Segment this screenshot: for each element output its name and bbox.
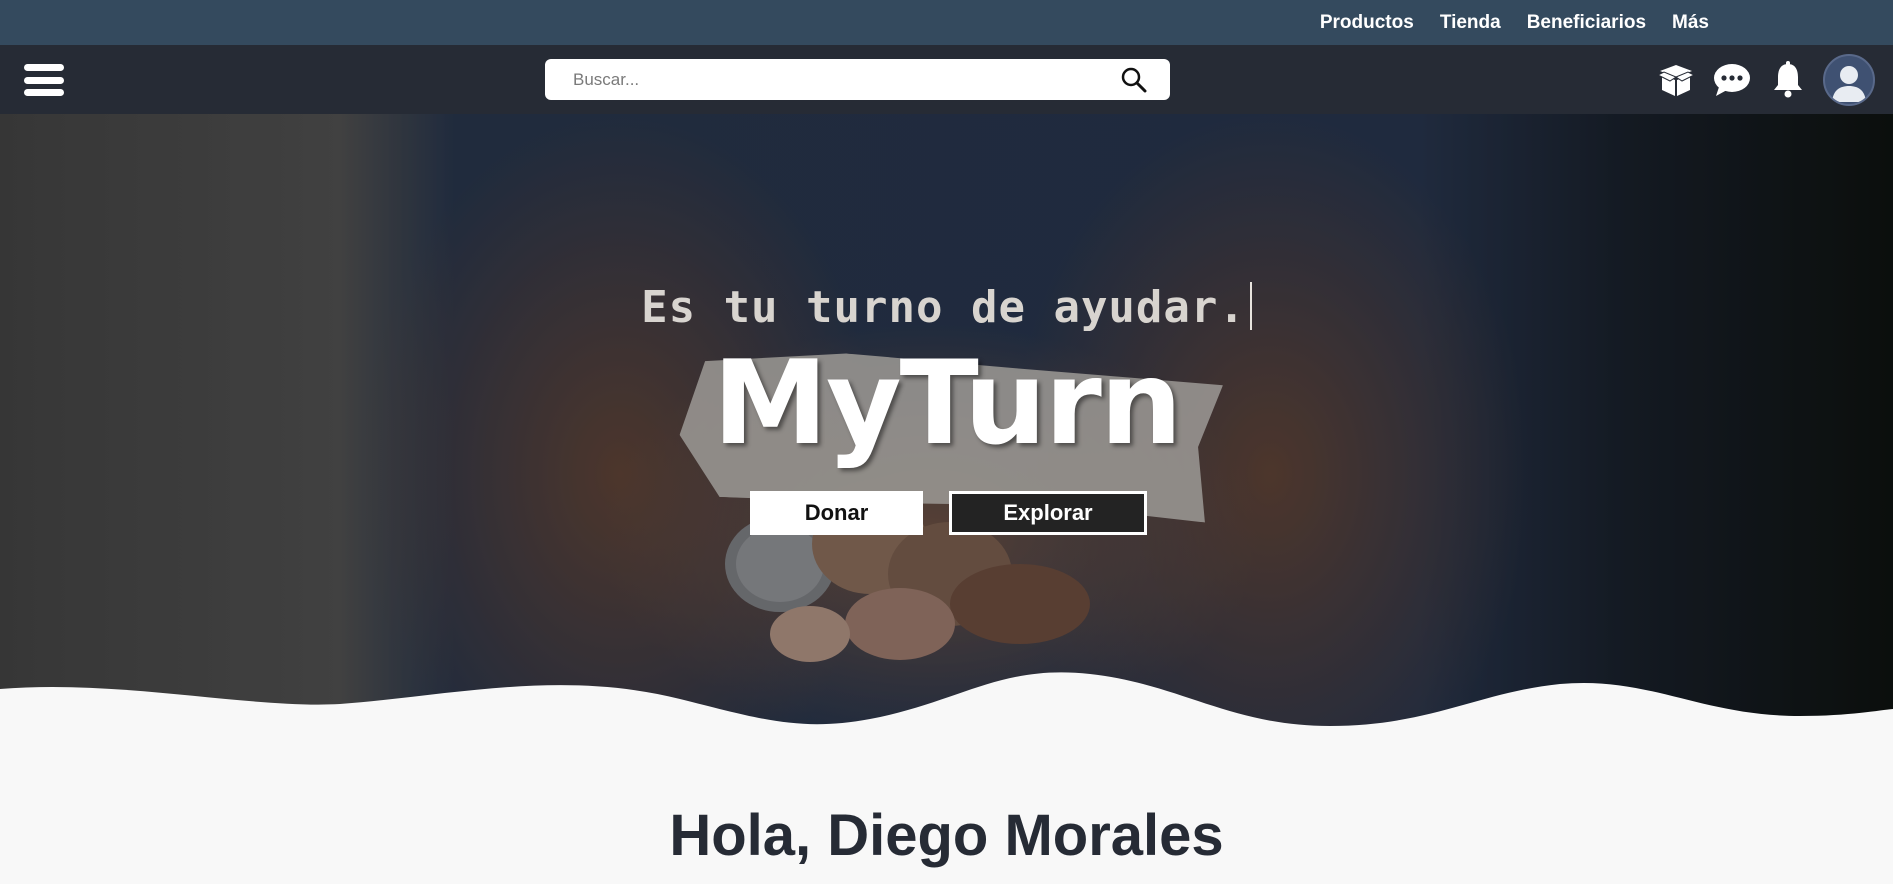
search-box <box>545 59 1170 100</box>
box-icon[interactable] <box>1655 59 1697 101</box>
menu-bar <box>24 89 64 96</box>
tagline-text: Es tu turno de ayudar. <box>641 282 1246 333</box>
search-icon[interactable] <box>1120 66 1148 94</box>
explore-button[interactable]: Explorar <box>949 491 1147 535</box>
hero-buttons: Donar Explorar <box>0 491 1893 535</box>
link-tienda[interactable]: Tienda <box>1440 12 1501 34</box>
hero-tagline: Es tu turno de ayudar. <box>0 282 1893 333</box>
top-links: Productos Tienda Beneficiarios Más <box>1320 0 1709 45</box>
chat-icon[interactable] <box>1711 59 1753 101</box>
user-avatar-icon[interactable] <box>1823 53 1875 106</box>
hamburger-menu-icon[interactable] <box>24 64 64 96</box>
hero-wave-divider <box>0 672 1893 734</box>
menu-bar <box>24 64 64 71</box>
navbar-icons <box>1655 45 1875 114</box>
top-links-bar: Productos Tienda Beneficiarios Más <box>0 0 1893 45</box>
hero-banner: Es tu turno de ayudar. MyTurn Donar Expl… <box>0 114 1893 734</box>
menu-bar <box>24 76 64 84</box>
hero-brand-title: MyTurn <box>712 336 1183 471</box>
main-navbar <box>0 45 1893 114</box>
link-beneficiarios[interactable]: Beneficiarios <box>1527 12 1646 34</box>
user-greeting: Hola, Diego Morales <box>669 803 1224 868</box>
donate-button[interactable]: Donar <box>750 491 923 535</box>
search-input[interactable] <box>573 59 1093 100</box>
typing-caret <box>1249 282 1252 330</box>
bell-icon[interactable] <box>1767 59 1809 101</box>
link-mas[interactable]: Más <box>1672 12 1709 34</box>
link-productos[interactable]: Productos <box>1320 12 1414 34</box>
